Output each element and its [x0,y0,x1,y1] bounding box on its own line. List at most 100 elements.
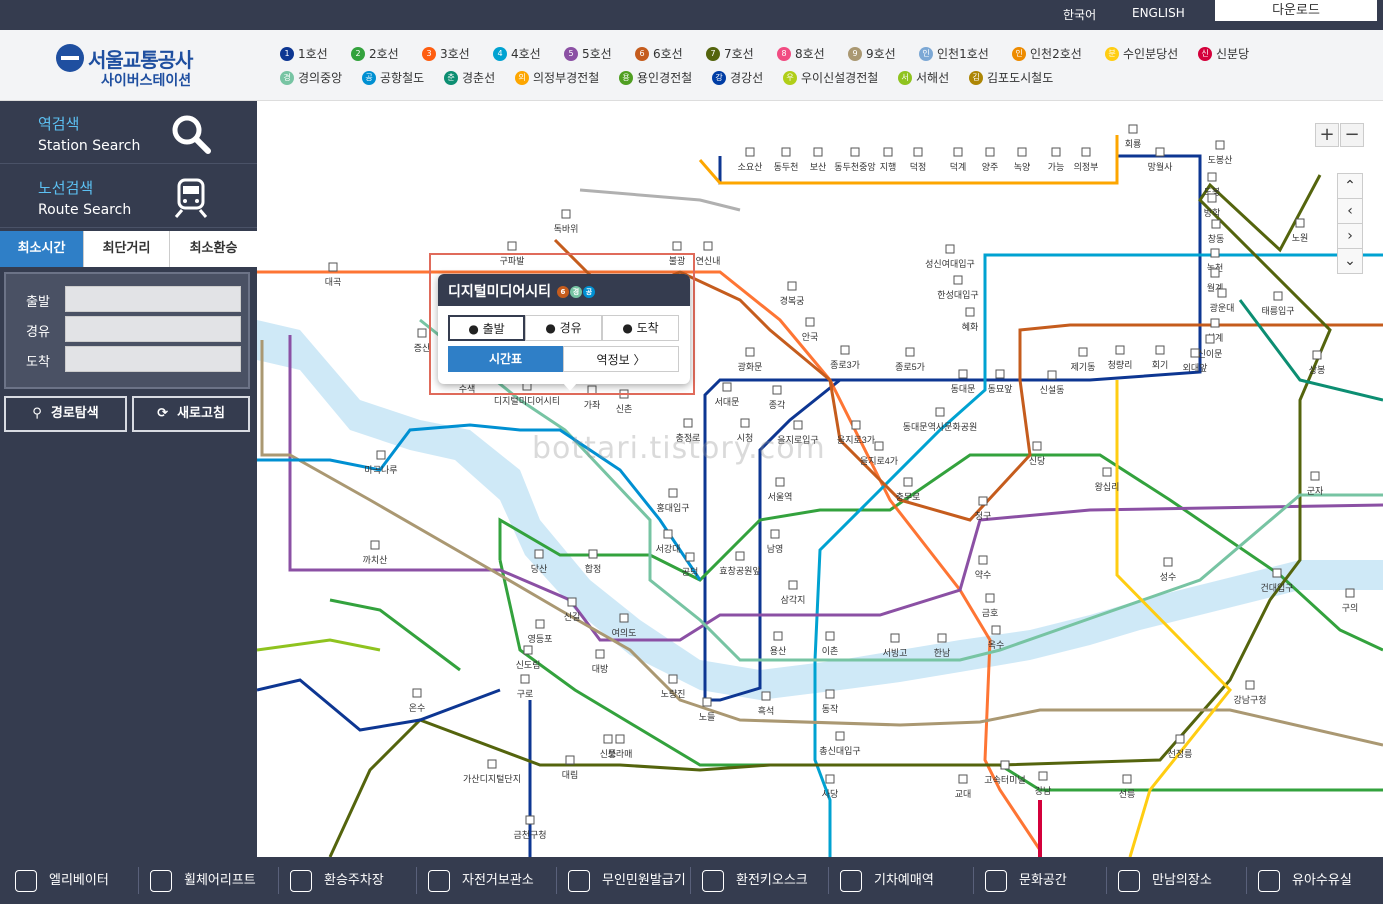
legend-item[interactable]: 3 3호선 [422,46,470,62]
station-marker[interactable] [588,549,598,559]
set-arrival-button[interactable]: ● 도착 [602,315,679,341]
station-marker[interactable] [787,281,797,291]
legend-item[interactable]: 2 2호선 [351,46,399,62]
station-marker[interactable] [1210,248,1220,258]
station-label[interactable]: 양주 [982,162,999,172]
station-marker[interactable] [1207,193,1217,203]
station-marker[interactable] [1217,288,1227,298]
station-marker[interactable] [1051,147,1061,157]
station-info-button[interactable]: 역정보 〉 [563,346,679,372]
station-marker[interactable] [1000,760,1010,770]
legend-item[interactable]: 5 5호선 [564,46,612,62]
station-marker[interactable] [1115,345,1125,355]
station-label[interactable]: 제기동 [1071,362,1096,372]
station-label[interactable]: 선정릉 [1168,749,1193,759]
station-marker[interactable] [905,347,915,357]
station-marker[interactable] [603,734,613,744]
station-label[interactable]: 동묘앞 [988,383,1013,394]
subway-map-canvas[interactable]: 소요산 동두천 보산 동두천중앙 지행 덕정 덕계 양주 녹양 가능 의정부회룡망월사도봉산도봉방학… [257,101,1383,857]
route-search-menu[interactable]: 노선검색 Route Search [0,165,257,228]
station-label[interactable]: 광운대 [1210,302,1235,313]
station-label[interactable]: 혜화 [962,321,979,332]
station-marker[interactable] [1205,334,1215,344]
station-marker[interactable] [978,555,988,565]
station-marker[interactable] [1190,348,1200,358]
station-marker[interactable] [985,147,995,157]
station-marker[interactable] [991,625,1001,635]
pan-down-button[interactable]: ⌄ [1337,248,1363,274]
station-marker[interactable] [535,619,545,629]
station-label[interactable]: 노들 [699,712,716,722]
station-marker[interactable] [745,147,755,157]
legend-item[interactable]: 인 인천1호선 [919,46,989,62]
station-label[interactable]: 성신여대입구 [925,258,975,269]
station-marker[interactable] [890,633,900,643]
station-label[interactable]: 공덕 [682,567,699,577]
station-label[interactable]: 신길 [564,612,581,622]
station-marker[interactable] [958,774,968,784]
legend-item[interactable]: 인 인천2호선 [1012,46,1082,62]
station-marker[interactable] [850,147,860,157]
station-label[interactable]: 청량리 [1108,359,1133,370]
station-label[interactable]: 지행 [880,161,897,172]
station-marker[interactable] [417,328,427,338]
station-marker[interactable] [1295,218,1305,228]
legend-item[interactable]: 9 9호선 [848,46,896,62]
station-marker[interactable] [668,674,678,684]
facility-item[interactable]: 문화공간 [985,857,1067,904]
station-marker[interactable] [487,759,497,769]
station-label[interactable]: 신당 [1029,456,1046,466]
station-label[interactable]: 청구 [975,511,992,521]
station-marker[interactable] [685,552,695,562]
station-marker[interactable] [851,420,861,430]
station-label[interactable]: 을지로3가 [837,435,875,445]
station-label[interactable]: 종로3가 [830,360,860,370]
station-marker[interactable] [1312,350,1322,360]
station-label[interactable]: 마곡나루 [364,465,397,475]
station-marker[interactable] [370,540,380,550]
legend-item[interactable]: 강 경강선 [712,70,763,86]
station-label[interactable]: 녹양 [1014,162,1031,172]
station-label[interactable]: 광화문 [738,361,763,372]
refresh-button[interactable]: ⟳ 새로고침 [132,396,250,432]
station-label[interactable]: 서빙고 [883,648,908,658]
station-marker[interactable] [772,385,782,395]
station-marker[interactable] [825,631,835,641]
station-label[interactable]: 고속터미널 [984,775,1025,785]
station-label[interactable]: 가능 [1048,162,1065,172]
legend-item[interactable]: 춘 경춘선 [444,70,495,86]
station-marker[interactable] [781,147,791,157]
station-marker[interactable] [745,347,755,357]
station-marker[interactable] [1128,124,1138,134]
station-marker[interactable] [567,597,577,607]
station-marker[interactable] [376,450,386,460]
station-marker[interactable] [615,734,625,744]
station-label[interactable]: 삼각지 [781,594,806,605]
station-label[interactable]: 보산 [810,162,827,172]
facility-item[interactable]: 유아수유실 [1258,857,1352,904]
pan-right-button[interactable]: › [1337,223,1363,249]
legend-item[interactable]: 7 7호선 [706,46,754,62]
station-marker[interactable] [1245,680,1255,690]
station-label[interactable]: 용산 [770,646,787,656]
station-label[interactable]: 안국 [802,332,819,342]
legend-item[interactable]: 서 서해선 [898,70,949,86]
pan-up-button[interactable]: ⌃ [1337,173,1363,199]
station-marker[interactable] [965,307,975,317]
station-marker[interactable] [953,147,963,157]
facility-item[interactable]: 자전거보관소 [428,857,534,904]
station-label[interactable]: 왕십리 [1095,482,1120,492]
legend-item[interactable]: 경 경의중앙 [280,70,342,86]
station-marker[interactable] [913,147,923,157]
station-marker[interactable] [1155,147,1165,157]
station-marker[interactable] [1017,147,1027,157]
station-marker[interactable] [561,209,571,219]
station-marker[interactable] [825,689,835,699]
station-label[interactable]: 건대입구 [1260,582,1293,593]
station-marker[interactable] [937,633,947,643]
legend-item[interactable]: 6 6호선 [635,46,683,62]
station-label[interactable]: 노량진 [661,688,686,699]
station-search-menu[interactable]: 역검색 Station Search [0,101,257,164]
facility-item[interactable]: 환전키오스크 [702,857,808,904]
station-marker[interactable] [740,418,750,428]
